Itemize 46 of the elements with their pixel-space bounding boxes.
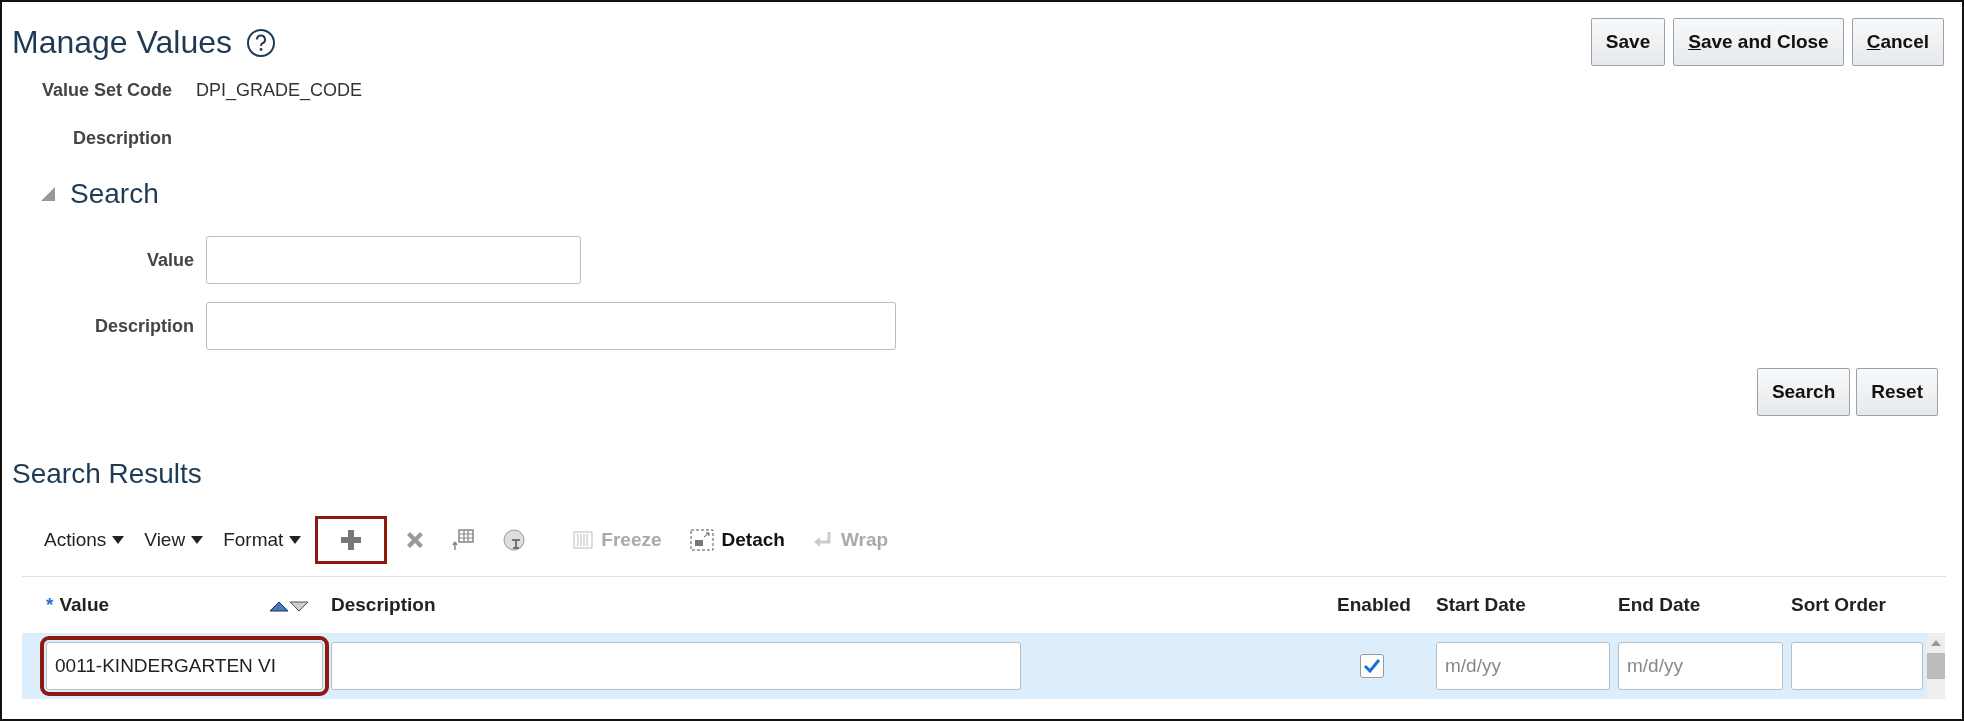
menu-button[interactable]: View xyxy=(138,525,210,555)
checkbox[interactable] xyxy=(1360,654,1384,678)
column-header[interactable]: Sort Order xyxy=(1791,594,1887,616)
dashed-frame-icon xyxy=(689,529,714,551)
field-value: DPI_GRADE_CODE xyxy=(196,79,363,101)
menu-button[interactable]: Actions xyxy=(38,525,131,555)
column-header[interactable]: Enabled xyxy=(1337,594,1411,616)
section-title: Search xyxy=(70,178,159,210)
toolbar-icon-button[interactable] xyxy=(315,516,388,564)
header-button[interactable]: Save and Close xyxy=(1673,18,1844,66)
field-label: Value Set Code xyxy=(40,79,172,101)
search-field[interactable] xyxy=(206,302,896,350)
date-field[interactable]: m/d/yy xyxy=(1618,642,1783,690)
page-title: Manage Values xyxy=(12,24,232,61)
columns-icon xyxy=(573,531,594,549)
column-header[interactable]: Start Date xyxy=(1436,594,1526,616)
scroll-thumb[interactable] xyxy=(1927,653,1945,679)
help-icon[interactable] xyxy=(246,27,276,58)
field-label: Description xyxy=(71,127,172,149)
required-marker: * xyxy=(46,594,54,616)
search-field[interactable] xyxy=(206,236,581,284)
column-header[interactable]: Value xyxy=(59,594,110,616)
sort-order-field[interactable] xyxy=(1791,642,1923,690)
caret-icon xyxy=(289,535,302,545)
caret-icon xyxy=(112,535,125,545)
table-arrow-icon xyxy=(452,528,477,552)
field-label: Value xyxy=(145,249,195,271)
column-header[interactable]: End Date xyxy=(1618,594,1701,616)
section-title: Search Results xyxy=(12,458,203,490)
search-button[interactable]: Search xyxy=(1756,368,1851,416)
scrollbar[interactable] xyxy=(1927,633,1945,699)
search-button[interactable]: Reset xyxy=(1856,368,1938,416)
scroll-up-icon[interactable] xyxy=(1930,639,1942,647)
header-button[interactable]: Cancel xyxy=(1851,18,1944,66)
table-row[interactable]: 0011-KINDERGARTEN VI m/d/yy m/d/yy xyxy=(22,633,1927,699)
menu-button[interactable]: Format xyxy=(217,525,308,555)
date-field[interactable]: m/d/yy xyxy=(1436,642,1610,690)
column-header[interactable]: Description xyxy=(331,594,436,616)
caret-icon xyxy=(191,535,204,545)
return-arrow-icon xyxy=(812,531,833,549)
collapse-triangle-icon[interactable] xyxy=(40,186,56,202)
header-button[interactable]: Save xyxy=(1590,18,1666,66)
description-field[interactable] xyxy=(331,642,1021,690)
toolbar-button[interactable]: Detach xyxy=(679,525,795,555)
plus-icon xyxy=(340,529,363,551)
field-label: Description xyxy=(93,315,195,337)
